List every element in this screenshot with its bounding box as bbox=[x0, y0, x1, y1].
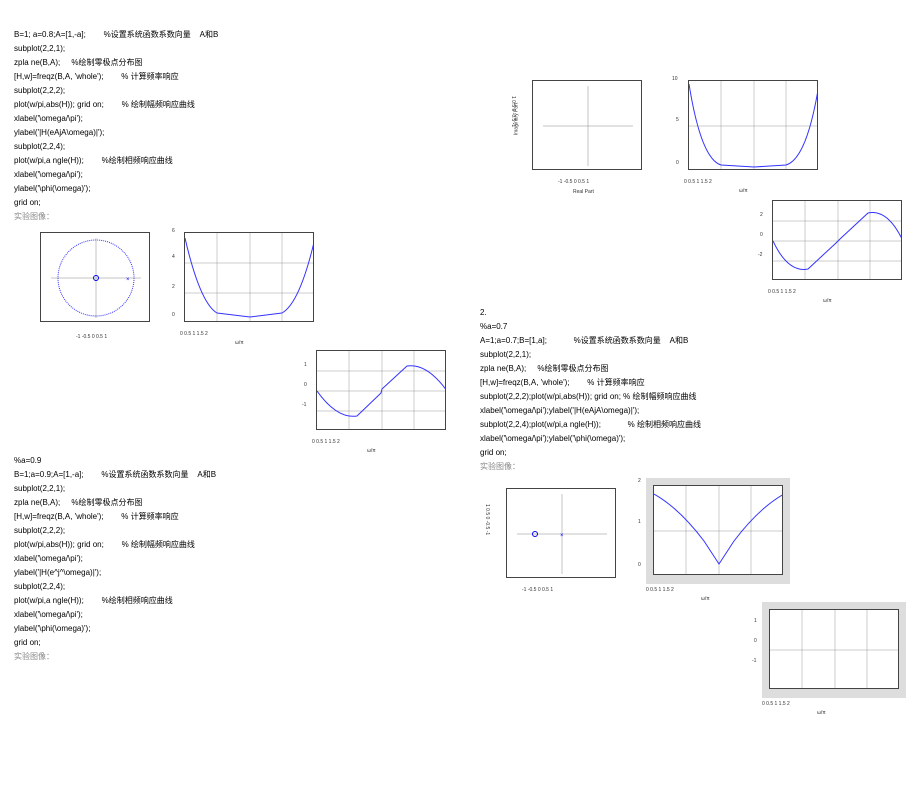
code-line: subplot(2,2,4); bbox=[14, 140, 454, 154]
code-line: subplot(2,2,2); bbox=[14, 84, 454, 98]
zplane-chart: 1 0.5 0 -0.5 -1 -1 -0.5 0 0.5 1 Real Par… bbox=[528, 76, 646, 176]
code-line: xlabel('\omega/\pi'); bbox=[14, 608, 454, 622]
code-line: grid on; bbox=[14, 636, 454, 650]
phase-chart: 1 0 -1 0 0.5 1 1.5 2 ω/π bbox=[762, 602, 906, 698]
code-line: zpla ne(B,A); %绘制零极点分布图 bbox=[14, 56, 454, 70]
code-line: subplot(2,2,1); bbox=[14, 42, 454, 56]
section-heading: 2. bbox=[480, 306, 910, 320]
code-line: subplot(2,2,4);plot(w/pi,a ngle(H)); % 绘… bbox=[480, 418, 910, 432]
code-line: plot(w/pi,a ngle(H)); %绘制相频响应曲线 bbox=[14, 594, 454, 608]
code-line: plot(w/pi,abs(H)); grid on; % 绘制幅频响应曲线 bbox=[14, 538, 454, 552]
svg-text:×: × bbox=[126, 277, 130, 283]
code-line: [H,w]=freqz(B,A, 'whole'); % 计算频率响应 bbox=[14, 70, 454, 84]
code-line: ylabel('|H(e^j^\omega)|'); bbox=[14, 566, 454, 580]
code-line: ylabel('|H(eAjA\omega)|'); bbox=[14, 126, 454, 140]
code-line: subplot(2,2,2); bbox=[14, 524, 454, 538]
figure-set-3: × 1 0.5 0 -0.5 -1 -1 -0.5 0 0.5 1 2 1 0 … bbox=[480, 478, 910, 698]
code-line: subplot(2,2,4); bbox=[14, 580, 454, 594]
code-line: plot(w/pi,a ngle(H)); %绘制相频响应曲线 bbox=[14, 154, 454, 168]
zplane-chart: × -1 -0.5 0 0.5 1 bbox=[36, 228, 154, 328]
figure-caption: 实验图像： bbox=[14, 210, 454, 224]
magnitude-chart: 2 1 0 0 0.5 1 1.5 2 ω/π bbox=[646, 478, 790, 584]
phase-chart: 1 0 -1 0 0.5 1 1.5 2 ω/π bbox=[312, 346, 450, 436]
magnitude-chart: 6 4 2 0 0 0.5 1 1.5 2 ω/π bbox=[180, 228, 318, 328]
code-block-2: %a=0.9 B=1;a=0.9;A=[1,-a]; %设置系统函数系数向量 A… bbox=[14, 454, 454, 664]
code-line: xlabel('\omega/\pi');ylabel('\phi(\omega… bbox=[480, 432, 910, 446]
code-block-1: B=1; a=0.8;A=[1,-a]; %设置系统函数系数向量 A和B sub… bbox=[14, 28, 454, 224]
figure-set-1: × -1 -0.5 0 0.5 1 6 4 2 0 0 0.5 1 bbox=[14, 228, 454, 436]
code-line: subplot(2,2,1); bbox=[14, 482, 454, 496]
code-line: grid on; bbox=[480, 446, 910, 460]
code-line: xlabel('\omega/\pi'); bbox=[14, 112, 454, 126]
code-line: [H,w]=freqz(B,A, 'whole'); % 计算频率响应 bbox=[14, 510, 454, 524]
code-line: xlabel('\omega/\pi'); bbox=[14, 168, 454, 182]
figure-caption: 实验图像： bbox=[14, 650, 454, 664]
code-line: grid on; bbox=[14, 196, 454, 210]
code-line: ylabel('\phi(\omega)'); bbox=[14, 622, 454, 636]
code-line: %a=0.7 bbox=[480, 320, 910, 334]
code-line: plot(w/pi,abs(H)); grid on; % 绘制幅频响应曲线 bbox=[14, 98, 454, 112]
code-line: subplot(2,2,2);plot(w/pi,abs(H)); grid o… bbox=[480, 390, 910, 404]
figure-set-2: 1 0.5 0 -0.5 -1 -1 -0.5 0 0.5 1 Real Par… bbox=[480, 76, 910, 286]
code-line: zpla ne(B,A); %绘制零极点分布图 bbox=[14, 496, 454, 510]
code-line: ylabel('\phi(\omega)'); bbox=[14, 182, 454, 196]
code-line: B=1; a=0.8;A=[1,-a]; %设置系统函数系数向量 A和B bbox=[14, 28, 454, 42]
code-line: %a=0.9 bbox=[14, 454, 454, 468]
figure-caption: 实验图像： bbox=[480, 460, 910, 474]
code-block-3: %a=0.7 A=1;a=0.7;B=[1,a]; %设置系统函数系数向量 A和… bbox=[480, 320, 910, 474]
code-line: A=1;a=0.7;B=[1,a]; %设置系统函数系数向量 A和B bbox=[480, 334, 910, 348]
code-line: B=1;a=0.9;A=[1,-a]; %设置系统函数系数向量 A和B bbox=[14, 468, 454, 482]
code-line: subplot(2,2,1); bbox=[480, 348, 910, 362]
code-line: xlabel('\omega/\pi'); bbox=[14, 552, 454, 566]
zplane-chart: × 1 0.5 0 -0.5 -1 -1 -0.5 0 0.5 1 bbox=[502, 484, 620, 584]
svg-text:×: × bbox=[560, 533, 564, 539]
code-line: [H,w]=freqz(B,A, 'whole'); % 计算频率响应 bbox=[480, 376, 910, 390]
code-line: xlabel('\omega/\pi');ylabel('|H(eAjA\ome… bbox=[480, 404, 910, 418]
magnitude-chart: 10 5 0 0 0.5 1 1.5 2 ω/π bbox=[684, 76, 822, 176]
code-line: zpla ne(B,A); %绘制零极点分布图 bbox=[480, 362, 910, 376]
phase-chart: 2 0 -2 0 0.5 1 1.5 2 ω/π bbox=[768, 196, 906, 286]
